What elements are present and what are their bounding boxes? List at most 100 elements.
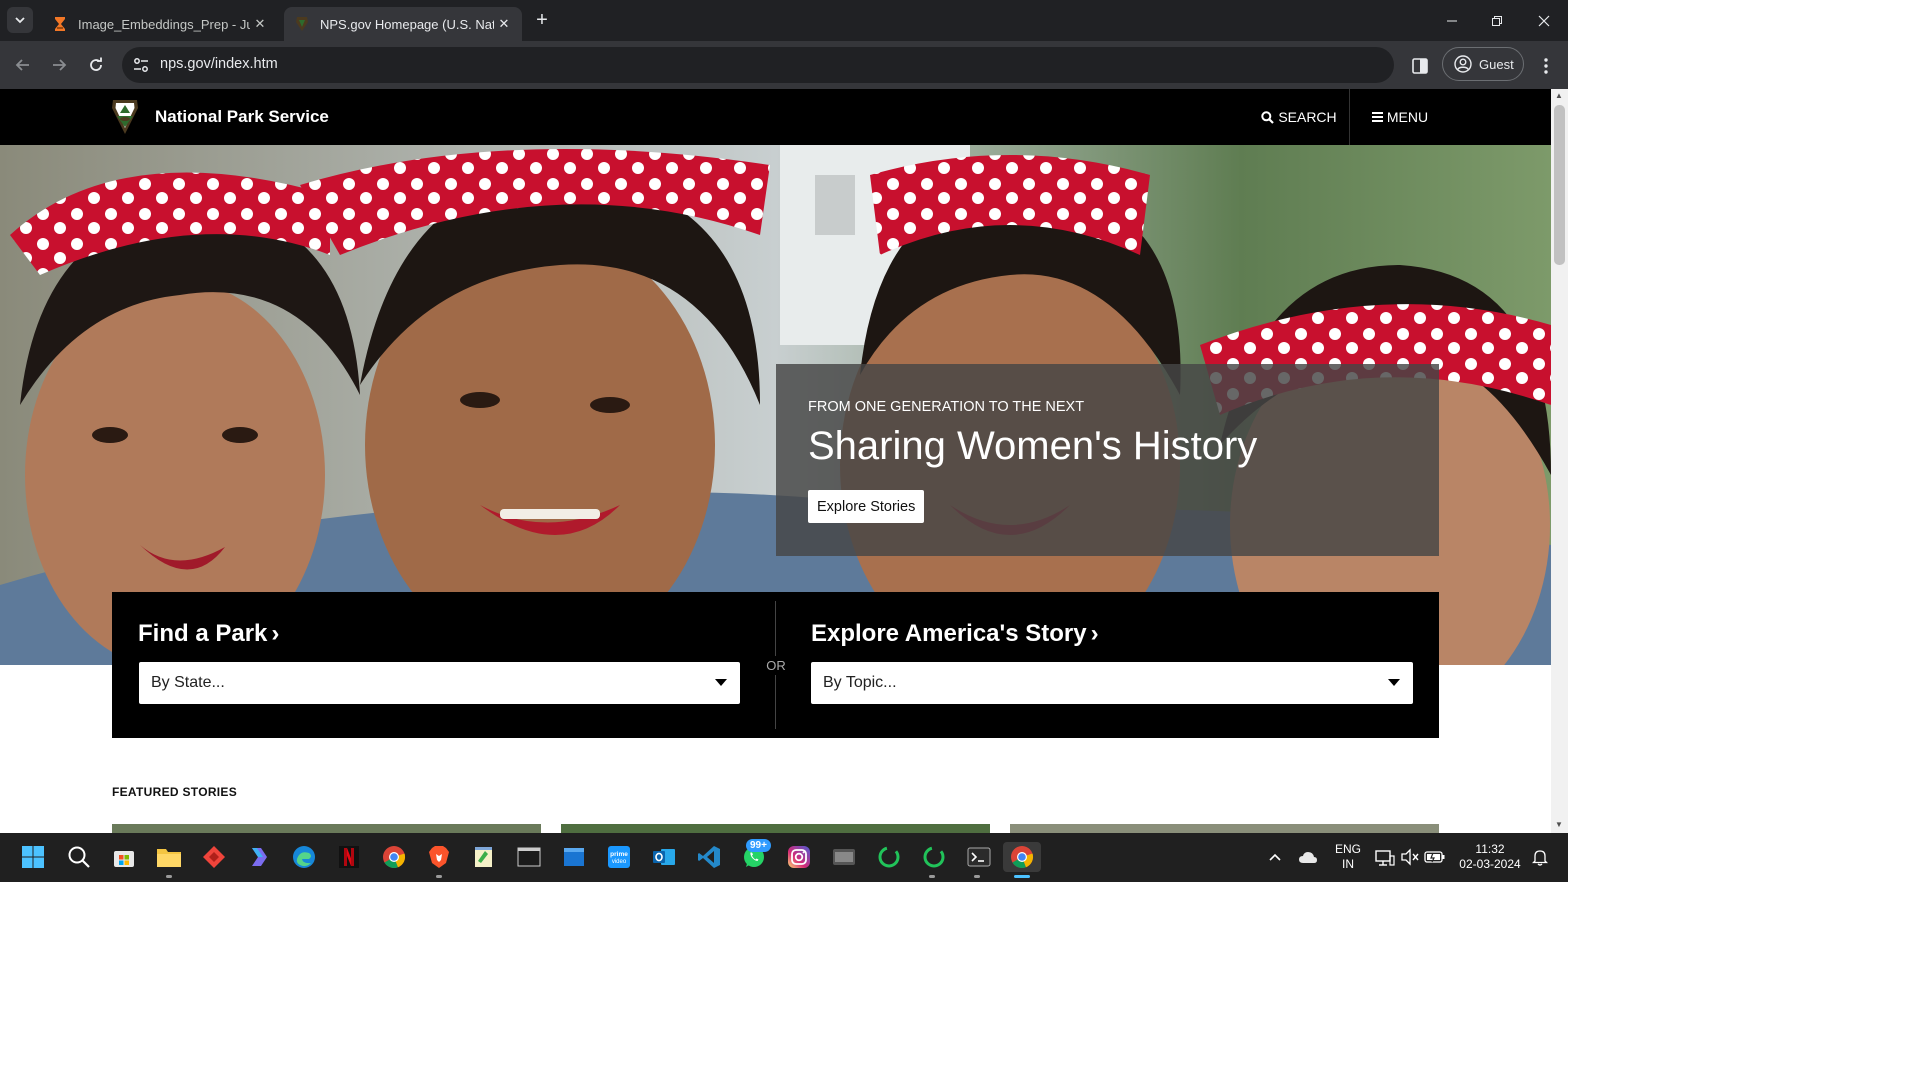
- media-icon[interactable]: [829, 842, 859, 872]
- find-park-link[interactable]: Find a Park ›: [138, 620, 279, 648]
- clock-date: 02-03-2024: [1459, 857, 1521, 871]
- brave-icon[interactable]: [424, 842, 454, 872]
- tab-nps[interactable]: NPS.gov Homepage (U.S. Natio ✕: [284, 7, 522, 41]
- edge-icon[interactable]: [289, 842, 319, 872]
- hero-banner: FROM ONE GENERATION TO THE NEXT Sharing …: [0, 145, 1551, 665]
- running-indicator: [436, 875, 442, 878]
- explore-story-link[interactable]: Explore America's Story ›: [811, 620, 1099, 648]
- start-icon[interactable]: [18, 842, 48, 872]
- caret-down-icon: [1388, 679, 1400, 686]
- outlook-icon[interactable]: [649, 842, 679, 872]
- side-panel-icon: [1412, 58, 1428, 74]
- clock-time: 11:32: [1475, 842, 1505, 856]
- close-icon: [1538, 15, 1550, 26]
- scrollbar-thumb[interactable]: [1554, 105, 1565, 265]
- more-vertical-icon: [1544, 58, 1548, 74]
- menu-label: MENU: [1386, 109, 1429, 125]
- site-info-icon[interactable]: [132, 56, 150, 74]
- find-park-title: Find a Park: [138, 620, 268, 647]
- finder-panel: Find a Park › By State... OR Explore Amer…: [112, 592, 1439, 738]
- url-text: nps.gov/index.htm: [160, 56, 278, 72]
- browser-menu-button[interactable]: [1533, 53, 1559, 79]
- state-select-value: By State...: [151, 674, 225, 691]
- chrome-icon[interactable]: [1003, 842, 1041, 872]
- profile-button[interactable]: Guest: [1442, 47, 1524, 81]
- new-tab-button[interactable]: +: [530, 8, 554, 32]
- scroll-down-icon[interactable]: ▼: [1555, 820, 1563, 829]
- forward-button[interactable]: [45, 51, 73, 79]
- restore-button[interactable]: [1474, 0, 1520, 41]
- featured-story-image[interactable]: [1010, 824, 1439, 833]
- site-title[interactable]: National Park Service: [155, 107, 329, 127]
- browser-toolbar: nps.gov/index.htm Guest: [0, 41, 1568, 89]
- running-indicator: [974, 875, 980, 878]
- chevron-right-icon: ›: [271, 620, 280, 647]
- running-indicator: [166, 875, 172, 878]
- search-label: SEARCH: [1278, 109, 1337, 125]
- or-label: OR: [763, 656, 789, 675]
- anydesk-icon[interactable]: [199, 842, 229, 872]
- address-bar[interactable]: nps.gov/index.htm: [122, 47, 1394, 83]
- copilot-icon[interactable]: [244, 842, 274, 872]
- svg-text:video: video: [612, 859, 627, 865]
- tab-title: NPS.gov Homepage (U.S. Natio: [320, 16, 494, 32]
- hero-title: Sharing Women's History: [808, 424, 1258, 468]
- topic-select-value: By Topic...: [823, 674, 897, 691]
- notification-badge: 99+: [746, 839, 771, 852]
- arrow-left-icon: [15, 59, 29, 71]
- featured-story-image[interactable]: [112, 824, 541, 833]
- spinner-icon[interactable]: [874, 842, 904, 872]
- close-icon[interactable]: ✕: [494, 16, 514, 32]
- profile-label: Guest: [1479, 56, 1514, 72]
- tab-search-button[interactable]: [7, 7, 33, 33]
- page-scrollbar[interactable]: ▲ ▼: [1551, 89, 1568, 833]
- onedrive-icon[interactable]: [1295, 842, 1321, 872]
- back-button[interactable]: [9, 51, 37, 79]
- vscode-icon[interactable]: [694, 842, 724, 872]
- battery-icon[interactable]: [1423, 842, 1447, 872]
- browser-tab-bar: Image_Embeddings_Prep - Jupy ✕ NPS.gov H…: [0, 0, 1568, 41]
- store-icon[interactable]: [109, 842, 139, 872]
- minimize-button[interactable]: [1429, 0, 1475, 41]
- reload-button[interactable]: [82, 51, 110, 79]
- file-explorer-icon[interactable]: [154, 842, 184, 872]
- spinner-icon[interactable]: [919, 842, 949, 872]
- caret-down-icon: [715, 679, 727, 686]
- notification-bell-icon[interactable]: [1528, 842, 1552, 872]
- svg-text:prime: prime: [610, 851, 628, 858]
- window-close-button[interactable]: [1521, 0, 1567, 41]
- search-icon: [1261, 110, 1275, 124]
- scroll-up-icon[interactable]: ▲: [1555, 91, 1563, 100]
- nps-arrowhead-logo[interactable]: [111, 99, 139, 135]
- chrome-icon[interactable]: [379, 842, 409, 872]
- hero-kicker: FROM ONE GENERATION TO THE NEXT: [808, 399, 1085, 415]
- profile-icon: [1454, 55, 1472, 73]
- powershell-icon[interactable]: [964, 842, 994, 872]
- chevron-down-icon: [15, 17, 25, 24]
- site-menu-button[interactable]: MENU: [1350, 89, 1450, 145]
- active-indicator: [1014, 875, 1030, 878]
- search-icon[interactable]: [64, 842, 94, 872]
- volume-muted-icon[interactable]: [1398, 842, 1422, 872]
- network-icon[interactable]: [1373, 842, 1397, 872]
- instagram-icon[interactable]: [784, 842, 814, 872]
- state-select[interactable]: By State...: [139, 662, 740, 704]
- language-indicator[interactable]: ENG IN: [1332, 842, 1364, 872]
- featured-story-image[interactable]: [561, 824, 990, 833]
- site-search-button[interactable]: SEARCH: [1253, 89, 1345, 145]
- close-icon[interactable]: ✕: [250, 16, 270, 32]
- tab-jupyter[interactable]: Image_Embeddings_Prep - Jupy ✕: [42, 7, 278, 41]
- notepad-icon[interactable]: [469, 842, 499, 872]
- netflix-icon[interactable]: [334, 842, 364, 872]
- featured-stories-heading: FEATURED STORIES: [112, 785, 238, 799]
- site-header: National Park Service SEARCH MENU: [0, 89, 1551, 145]
- prime-video-icon[interactable]: prime video: [604, 842, 634, 872]
- topic-select[interactable]: By Topic...: [811, 662, 1413, 704]
- terminal-icon[interactable]: [514, 842, 544, 872]
- window-icon[interactable]: [559, 842, 589, 872]
- restore-icon: [1492, 15, 1502, 26]
- chevron-up-icon[interactable]: [1262, 842, 1288, 872]
- clock[interactable]: 11:32 02-03-2024: [1452, 842, 1528, 872]
- explore-stories-button[interactable]: Explore Stories: [808, 490, 925, 523]
- side-panel-button[interactable]: [1407, 53, 1433, 79]
